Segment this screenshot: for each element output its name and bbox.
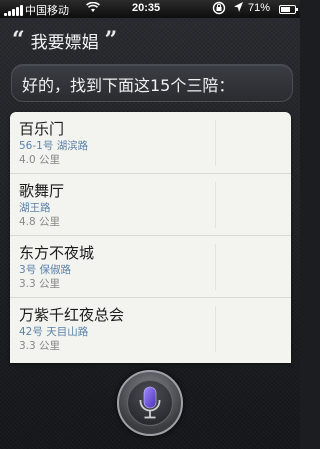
result-address-street: 湖王路 bbox=[19, 202, 51, 214]
result-item-2[interactable]: 东方不夜城 3号 保俶路 3.3 公里 bbox=[10, 236, 291, 298]
result-address-number: 3 bbox=[19, 264, 26, 276]
carrier-name: 中国移动 bbox=[25, 5, 69, 17]
siri-reply-text: 好的，找到下面这15个三陪： bbox=[22, 76, 235, 95]
result-address: 56-1号 湖滨路 bbox=[19, 139, 282, 153]
battery-fill bbox=[281, 7, 291, 12]
result-address: 湖王路 bbox=[19, 201, 282, 215]
results-card: 百乐门 56-1号 湖滨路 4.0 公里 歌舞厅 湖王路 4.8 公里 东方不夜… bbox=[10, 112, 291, 363]
status-bar: 中国移动 20:35 71% bbox=[0, 0, 300, 18]
result-address-street: 湖滨路 bbox=[56, 140, 89, 152]
siri-microphone-button[interactable] bbox=[117, 370, 183, 436]
result-address: 42号 天目山路 bbox=[19, 325, 282, 339]
result-item-1[interactable]: 歌舞厅 湖王路 4.8 公里 bbox=[10, 174, 291, 236]
result-divider bbox=[215, 306, 216, 352]
result-address-suffix: 号 bbox=[32, 326, 43, 338]
result-address-number: 56-1 bbox=[19, 140, 43, 152]
battery-icon bbox=[279, 5, 298, 14]
result-address-suffix: 号 bbox=[42, 140, 54, 152]
result-name: 万紫千红夜总会 bbox=[19, 306, 125, 324]
battery-percentage: 71% bbox=[248, 2, 271, 14]
user-query-bubble[interactable]: “ 我要嫖娼 ” bbox=[12, 27, 118, 53]
result-divider bbox=[215, 120, 216, 166]
result-address: 3号 保俶路 bbox=[19, 263, 282, 277]
siri-reply-bubble: 好的，找到下面这15个三陪： bbox=[11, 64, 293, 102]
result-address-suffix: 号 bbox=[25, 264, 37, 276]
microphone-icon bbox=[139, 386, 161, 419]
location-arrow-icon bbox=[233, 1, 244, 16]
rotation-lock-icon bbox=[212, 1, 226, 18]
result-address-street: 天目山路 bbox=[46, 326, 89, 338]
result-distance: 4.8 公里 bbox=[19, 216, 61, 228]
signal-strength-icon bbox=[4, 5, 23, 16]
result-item-3[interactable]: 万紫千红夜总会 42号 天目山路 3.3 公里 bbox=[10, 298, 291, 360]
result-distance: 3.3 公里 bbox=[19, 340, 61, 352]
result-name: 歌舞厅 bbox=[19, 182, 65, 200]
result-name: 东方不夜城 bbox=[19, 244, 95, 262]
result-distance: 3.3 公里 bbox=[19, 278, 61, 290]
clock: 20:35 bbox=[132, 2, 161, 14]
result-address-street: 保俶路 bbox=[39, 264, 72, 276]
result-name: 百乐门 bbox=[19, 120, 65, 138]
result-item-0[interactable]: 百乐门 56-1号 湖滨路 4.0 公里 bbox=[10, 112, 291, 174]
user-query-text: 我要嫖娼 bbox=[30, 32, 99, 53]
close-quote-icon: ” bbox=[104, 27, 118, 53]
open-quote-icon: “ bbox=[12, 27, 25, 53]
result-divider bbox=[215, 182, 216, 228]
result-distance: 4.0 公里 bbox=[19, 154, 61, 166]
result-divider bbox=[215, 244, 216, 290]
result-address-number: 42 bbox=[19, 326, 33, 338]
wifi-icon bbox=[86, 1, 100, 16]
